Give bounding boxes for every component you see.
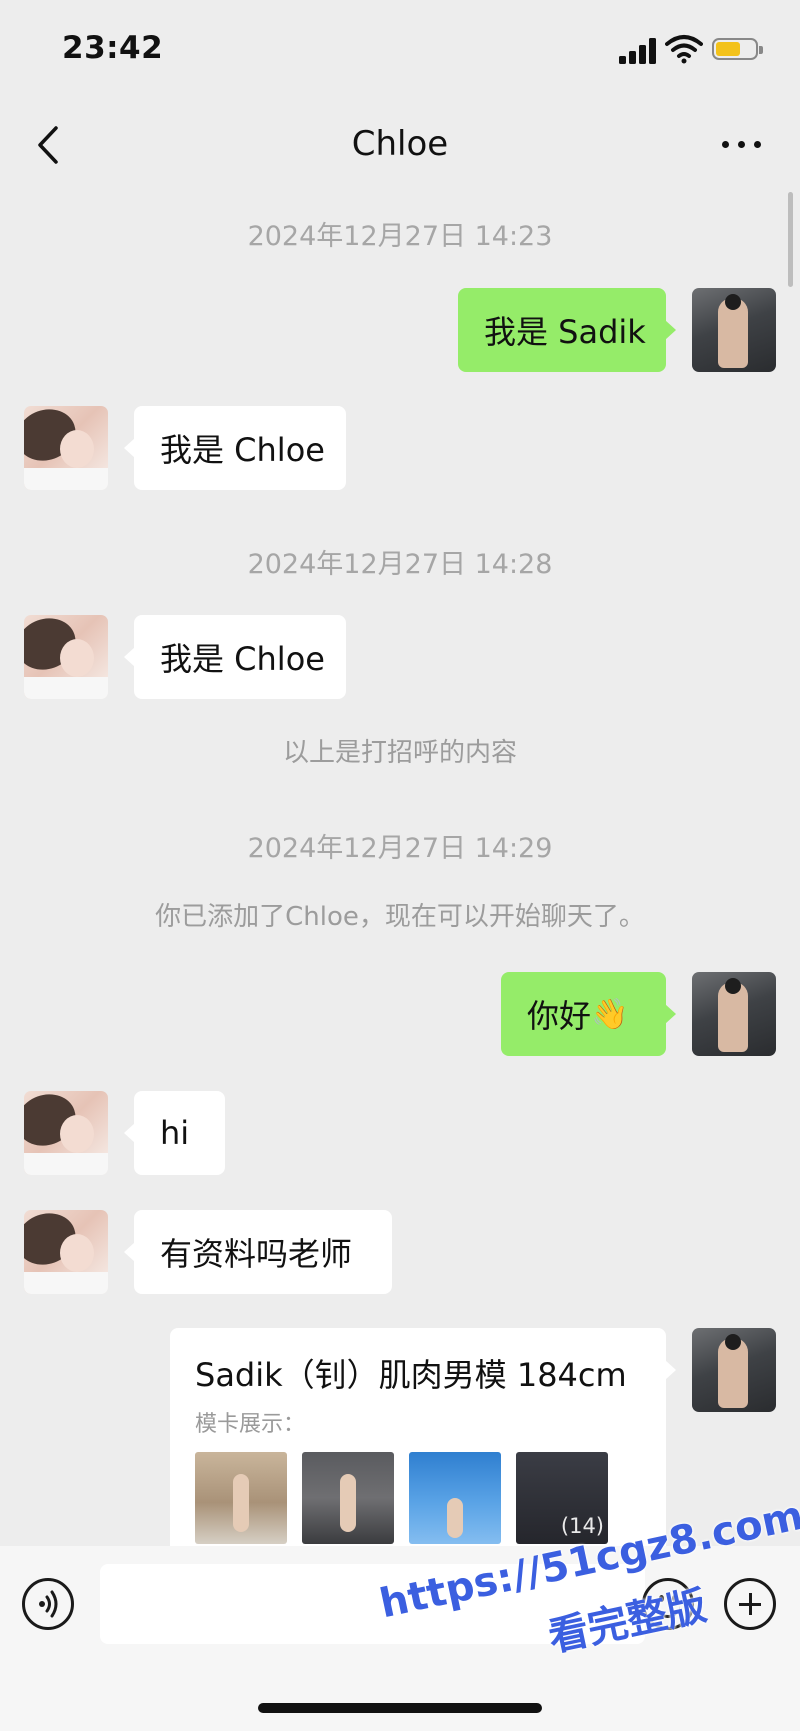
chat-header: Chloe (0, 100, 800, 190)
incoming-message[interactable]: 我是 Chloe (124, 615, 346, 699)
message-text: 你好 (527, 997, 592, 1035)
chat-title: Chloe (351, 124, 449, 164)
message-input[interactable] (100, 1564, 645, 1644)
my-avatar[interactable] (692, 288, 776, 372)
photo-count: (14) (560, 1514, 604, 1538)
model-card-message[interactable]: Sadik（钊）肌肉男模 184cm 模卡展示： (14) (170, 1328, 676, 1558)
outgoing-message[interactable]: 你好 👋 (501, 972, 676, 1056)
card-photo[interactable]: (14) (516, 1452, 608, 1544)
incoming-message[interactable]: 我是 Chloe (124, 406, 346, 490)
timestamp: 2024年12月27日 14:29 (247, 833, 553, 864)
system-note: 以上是打招呼的内容 (282, 738, 517, 768)
timestamp: 2024年12月27日 14:23 (247, 221, 553, 252)
status-time: 23:42 (62, 30, 164, 66)
timestamp: 2024年12月27日 14:28 (247, 549, 553, 580)
wifi-icon (665, 35, 703, 64)
contact-avatar[interactable] (24, 1210, 108, 1294)
voice-input-icon[interactable] (22, 1578, 74, 1630)
card-title: Sadik（钊）肌肉男模 184cm (195, 1356, 627, 1394)
incoming-message[interactable]: hi (124, 1091, 225, 1175)
waving-hand-emoji: 👋 (591, 996, 629, 1032)
incoming-message[interactable]: 有资料吗老师 (124, 1210, 392, 1294)
status-bar: 23:42 (0, 0, 800, 100)
my-avatar[interactable] (692, 972, 776, 1056)
card-subtitle: 模卡展示： (195, 1412, 306, 1437)
system-note: 你已添加了Chloe，现在可以开始聊天了。 (155, 902, 645, 932)
card-photo[interactable] (302, 1452, 394, 1544)
contact-avatar[interactable] (24, 1091, 108, 1175)
more-options-icon[interactable] (720, 136, 764, 152)
contact-avatar[interactable] (24, 406, 108, 490)
card-photo[interactable] (195, 1452, 287, 1544)
emoji-icon[interactable] (642, 1578, 694, 1630)
card-photo[interactable] (409, 1452, 501, 1544)
my-avatar[interactable] (692, 1328, 776, 1412)
outgoing-message[interactable]: 我是 Sadik (458, 288, 676, 372)
signal-icon (619, 38, 657, 64)
home-indicator[interactable] (258, 1703, 542, 1713)
battery-icon (712, 38, 763, 60)
more-functions-icon[interactable] (724, 1578, 776, 1630)
contact-avatar[interactable] (24, 615, 108, 699)
